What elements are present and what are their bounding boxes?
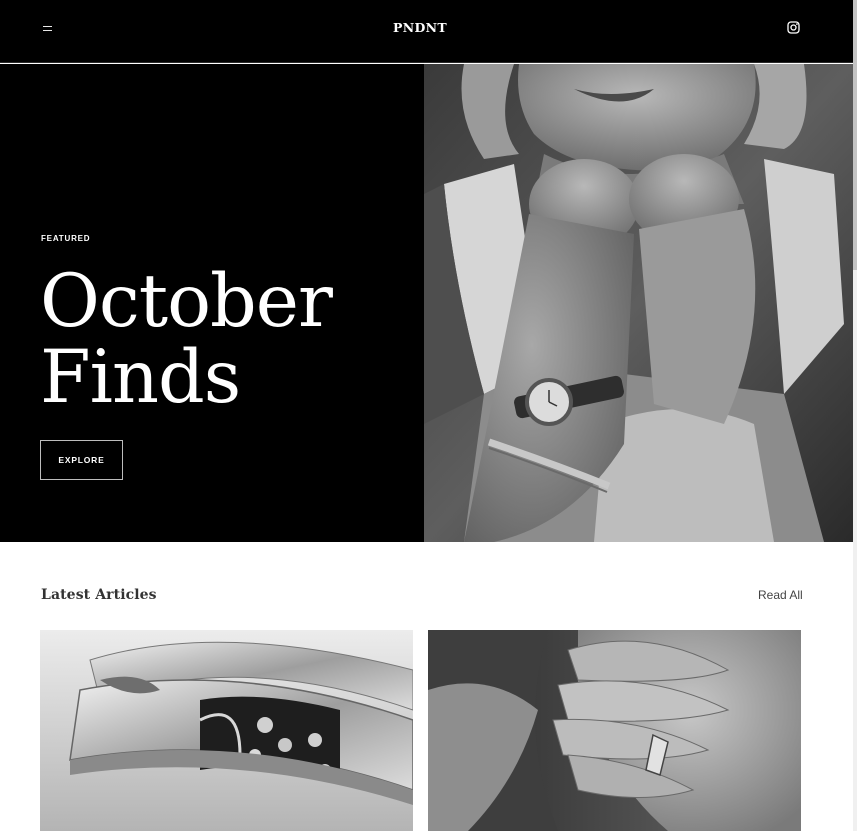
article-card[interactable]: [40, 630, 413, 831]
instagram-icon[interactable]: [786, 20, 801, 35]
site-header: PNDNT: [0, 0, 853, 63]
ring-photo: [428, 630, 801, 831]
hero-text-panel: FEATURED October Finds EXPLORE: [0, 64, 424, 542]
explore-button[interactable]: EXPLORE: [40, 440, 123, 480]
scrollbar-thumb[interactable]: [853, 0, 857, 270]
hero-photo: [424, 64, 853, 542]
hero-title: October Finds: [40, 264, 333, 416]
read-all-link[interactable]: Read All: [758, 588, 803, 602]
site-logo[interactable]: PNDNT: [0, 20, 840, 35]
featured-hero: FEATURED October Finds EXPLORE: [0, 64, 853, 542]
featured-label: FEATURED: [41, 234, 91, 243]
latest-articles-heading: Latest Articles: [41, 587, 157, 603]
hero-title-line-2: Finds: [40, 335, 241, 420]
hero-title-line-1: October: [40, 259, 333, 344]
article-card[interactable]: [428, 630, 801, 831]
bracelet-photo: [40, 630, 413, 831]
